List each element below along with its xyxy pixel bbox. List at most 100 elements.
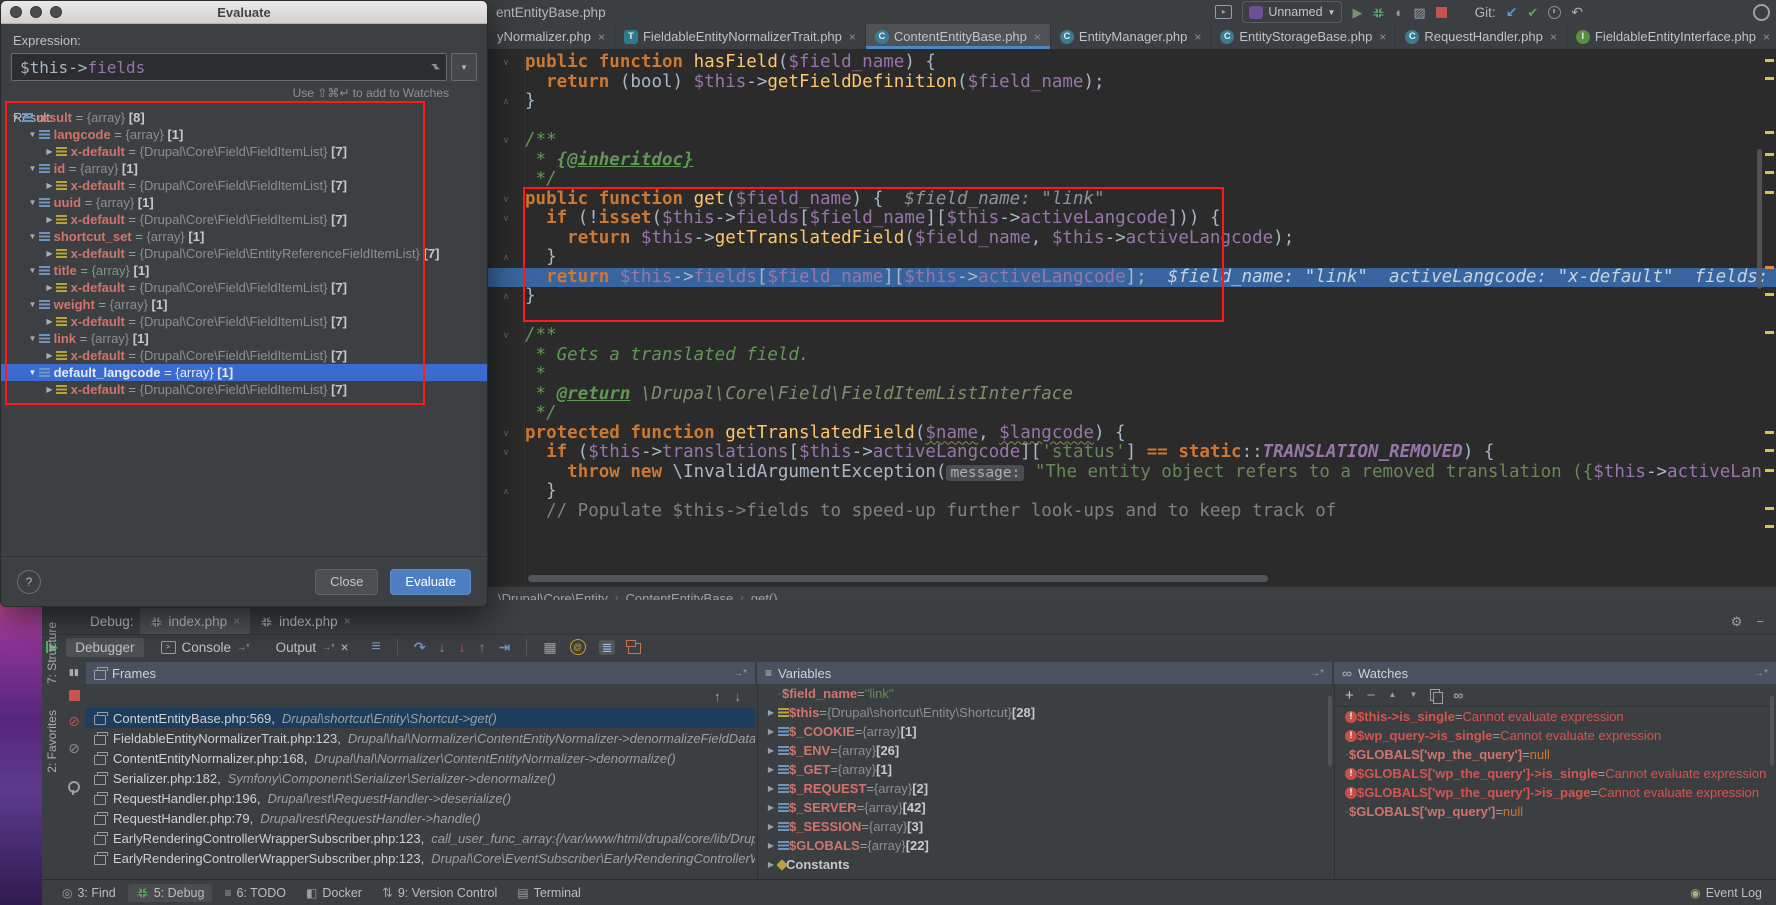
variable-row[interactable]: ▶ $_GET = {array} [1] [758,760,1333,779]
result-tree-row[interactable]: ▶ x-default = {Drupal\Core\Field\EntityR… [1,245,487,262]
expression-input[interactable]: $this->fields ◥◣ [11,53,447,81]
watch-row[interactable]: ! $GLOBALS['wp_the_query']->is_single = … [1335,764,1776,783]
float-panel-icon[interactable]: →* [1310,668,1324,679]
tab-debugger[interactable]: Debugger [66,637,144,657]
result-tree-row[interactable]: ▼ weight = {array} [1] [1,296,487,313]
watch-row[interactable]: $GLOBALS['wp_the_query'] = null [1335,745,1776,764]
dialog-title-bar[interactable]: Evaluate [1,1,487,24]
stop-square-icon[interactable] [68,690,80,701]
minimize-icon[interactable]: − [1756,615,1764,628]
result-tree-row[interactable]: ▶ x-default = {Drupal\Core\Field\FieldIt… [1,347,487,364]
step-into-icon[interactable]: ↓ [439,640,446,654]
status-item----find[interactable]: ◎ 3: Find [54,884,124,902]
float-panel-icon[interactable]: →* [733,668,747,679]
variable-row[interactable]: $field_name = "link" [758,684,1333,703]
search-everywhere-icon[interactable] [1753,3,1770,21]
status-item----debug[interactable]: 5: Debug [127,883,213,902]
frame-row[interactable]: RequestHandler.php:196, Drupal\rest\Reque… [86,788,755,808]
variables-panel-header[interactable]: ≡ Variables →* [757,662,1332,684]
help-button[interactable]: ? [17,569,41,594]
mark-object-icon[interactable]: @ [569,639,586,655]
run-configuration-select[interactable]: Unnamed ▼ [1242,1,1343,23]
watch-row[interactable]: ! $wp_query->is_single = Cannot evaluate… [1335,726,1776,745]
result-tree-row[interactable]: ▶ x-default = {Drupal\Core\Field\FieldIt… [1,313,487,330]
show-watches-icon[interactable]: ∞ [1453,688,1463,702]
move-down-icon[interactable]: ▼ [1409,691,1417,699]
expand-arrow-icon[interactable]: ▶ [764,822,778,831]
gear-icon[interactable]: ⚙ [1731,615,1743,628]
step-over-icon[interactable]: ↷ [414,640,426,654]
fold-marker-icon[interactable]: ∨ [500,427,512,439]
collapse-arrow-icon[interactable]: ▼ [26,300,39,309]
variable-row[interactable]: ▶ $_SESSION = {array} [3] [758,817,1333,836]
status-item----version-control[interactable]: ⇅ 9: Version Control [374,884,505,902]
git-rollback-icon[interactable]: ↶ [1571,5,1583,19]
view-breakpoints-icon[interactable]: ⊘ [68,714,80,728]
frames-panel-header[interactable]: Frames →* [86,662,755,684]
fold-marker-icon[interactable]: ∨ [500,193,512,205]
expand-arrow-icon[interactable]: ▶ [764,765,778,774]
mute-breakpoints-icon[interactable]: ⊘ [68,741,80,755]
variable-row[interactable]: ▶ $GLOBALS = {array} [22] [758,836,1333,855]
copy-icon[interactable] [1430,689,1444,704]
play-icon[interactable]: ▶ [1352,6,1362,19]
close-tab-icon[interactable]: × [1379,30,1386,44]
expand-arrow-icon[interactable]: ▶ [43,181,56,190]
expand-arrow-icon[interactable]: ▶ [764,784,778,793]
close-tab-icon[interactable]: × [341,640,349,655]
collapse-arrow-icon[interactable]: ▼ [26,232,39,241]
git-update-icon[interactable]: ↙ [1506,5,1518,19]
pause-icon[interactable]: ▮▮ [69,668,79,677]
editor-tab[interactable]: C RequestHandler.php × [1396,24,1567,49]
status-item----todo[interactable]: ≡ 6: TODO [216,884,294,902]
close-tab-icon[interactable]: × [1550,30,1557,44]
frames-up-icon[interactable]: ↑ [714,690,721,703]
fold-marker-icon[interactable]: ∨ [500,329,512,341]
frame-row[interactable]: EarlyRenderingControllerWrapperSubscribe… [86,848,755,868]
float-panel-icon[interactable]: →* [1754,668,1768,679]
variable-row[interactable]: ▶ $_ENV = {array} [26] [758,741,1333,760]
variable-row[interactable]: ▶ Constants [758,855,1333,874]
git-commit-icon[interactable]: ✔ [1527,6,1538,19]
collapse-arrow-icon[interactable]: ▼ [26,334,39,343]
status-item-docker[interactable]: ◧ Docker [298,884,370,902]
show-exec-lines-icon[interactable]: ≣ [598,639,616,655]
expand-arrow-icon[interactable]: ▶ [43,385,56,394]
variables-scrollbar[interactable] [1328,696,1332,766]
git-history-icon[interactable] [1548,5,1562,19]
vertical-scrollbar[interactable] [1757,149,1762,289]
watch-row[interactable]: $GLOBALS['wp_query'] = null [1335,802,1776,821]
expand-arrow-icon[interactable]: ▶ [43,283,56,292]
fold-marker-icon[interactable]: ∧ [500,290,512,302]
result-tree-row[interactable]: ▶ x-default = {Drupal\Core\Field\FieldIt… [1,143,487,160]
editor-tab[interactable]: yNormalizer.php × [488,24,615,49]
expand-arrow-icon[interactable]: ▶ [43,215,56,224]
result-tree-row[interactable]: ▼ default_langcode = {array} [1] [1,364,487,381]
editor-tab[interactable]: C EntityManager.php × [1051,24,1212,49]
tab-console[interactable]: > Console →* [152,638,259,657]
status-item-terminal[interactable]: ▤ Terminal [509,884,589,902]
status-event-log[interactable]: ◉ Event Log [1690,886,1776,900]
close-tab-icon[interactable]: × [1763,30,1770,44]
expand-arrow-icon[interactable]: ▶ [43,249,56,258]
run-tool-window-icon[interactable]: ▸ [1215,5,1233,19]
close-tab-icon[interactable]: × [598,30,605,44]
close-tab-icon[interactable]: × [1194,30,1201,44]
close-button[interactable]: Close [315,568,379,595]
sidebar-item-favorites[interactable]: 2: Favorites [45,710,59,773]
profiler-icon[interactable]: ◐ [1395,6,1403,19]
watches-scrollbar[interactable] [1770,696,1774,766]
expand-arrow-icon[interactable]: ▶ [764,803,778,812]
result-tree-row[interactable]: ▼ id = {array} [1] [1,160,487,177]
force-step-into-icon[interactable]: ↓ [459,640,466,654]
watch-row[interactable]: ! $GLOBALS['wp_the_query']->is_page = Ca… [1335,783,1776,802]
expand-arrow-icon[interactable]: ▶ [764,746,778,755]
editor-tab[interactable]: C ContentEntityBase.php × [865,24,1051,49]
tab-output[interactable]: Output →* × [267,638,358,657]
collapse-arrow-icon[interactable]: ▼ [26,130,39,139]
watch-row[interactable]: ! $this->is_single = Cannot evaluate exp… [1335,707,1776,726]
code-editor[interactable]: ∨ ∧ ∨ ∨ ∨ ∧ ∧ ∨ ∨ ∨ ∧ public function hasField($fi… [488,49,1776,586]
expand-arrow-icon[interactable]: ▶ [43,351,56,360]
collapse-arrow-icon[interactable]: ▼ [9,113,22,122]
debug-session-tab[interactable]: index.php × [139,608,251,634]
